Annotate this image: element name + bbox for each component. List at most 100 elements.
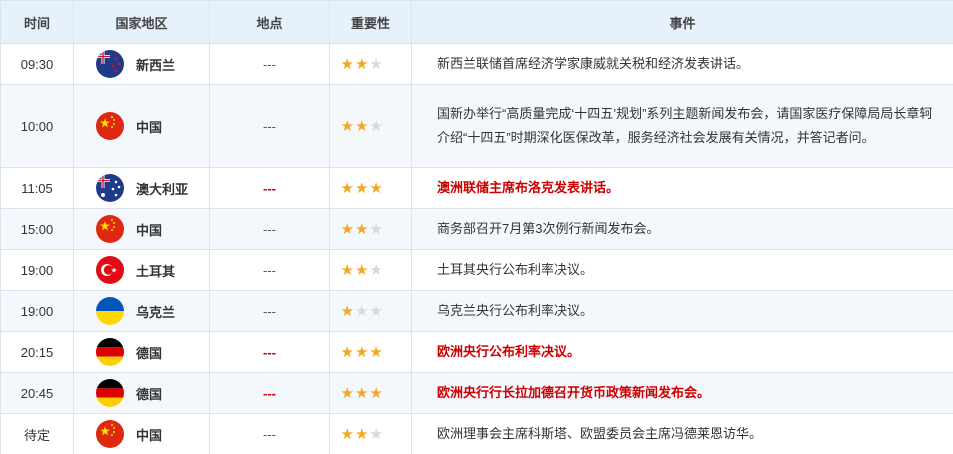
star-icon: ★ [340, 221, 355, 238]
table-row: 19:00 土耳其 --- ★★★ 土耳其央行公布利率决议。 [0, 249, 953, 291]
country-name: 中国 [136, 427, 163, 443]
location-cell: --- [209, 208, 330, 250]
table-row: 20:15 德国 --- ★★★ 欧洲央行公布利率决议。 [0, 331, 953, 373]
time-cell: 19:00 [0, 290, 74, 332]
star-icon: ★ [369, 344, 384, 361]
importance-cell: ★★★ [329, 249, 412, 291]
header-event: 事件 [411, 0, 953, 44]
star-icon: ★ [354, 180, 370, 197]
country-cell: 中国 [73, 208, 210, 250]
location-cell: --- [209, 372, 330, 414]
table-row: 11:05 澳大利亚 --- ★★★ 澳洲联储主席布洛克发表讲话。 [0, 167, 953, 209]
star-icon: ★ [340, 303, 355, 320]
event-cell: 澳洲联储主席布洛克发表讲话。 [411, 167, 953, 209]
country-cell: 德国 [73, 331, 210, 373]
header-location: 地点 [209, 0, 330, 44]
event-cell: 欧洲央行行长拉加德召开货币政策新闻发布会。 [411, 372, 953, 414]
economic-calendar-table: 时间 国家地区 地点 重要性 事件 09:30 新西兰 --- ★★★ 新西兰联储首席经… [0, 0, 953, 454]
time-cell: 20:45 [0, 372, 74, 414]
event-cell: 土耳其央行公布利率决议。 [411, 249, 953, 291]
importance-stars: ★★★ [341, 302, 405, 320]
table-body: 09:30 新西兰 --- ★★★ 新西兰联储首席经济学家康威就关税和经济发表讲话。 10… [0, 43, 953, 454]
star-icon: ★ [354, 262, 370, 279]
star-icon: ★ [354, 426, 370, 443]
country-name: 中国 [136, 222, 163, 238]
importance-cell: ★★★ [329, 413, 412, 454]
time-cell: 11:05 [0, 167, 74, 209]
table-row: 待定 中国 --- ★★★ 欧洲理事会主席科斯塔、欧盟委员会主席冯德莱恩访华。 [0, 413, 953, 454]
star-icon: ★ [354, 118, 370, 135]
star-icon: ★ [369, 118, 384, 135]
au-flag-icon [96, 174, 124, 202]
star-icon: ★ [369, 180, 384, 197]
star-icon: ★ [354, 385, 370, 402]
cn-flag-icon [96, 112, 124, 140]
country-cell: 新西兰 [73, 43, 210, 85]
location-cell: --- [209, 290, 330, 332]
event-cell: 欧洲理事会主席科斯塔、欧盟委员会主席冯德莱恩访华。 [411, 413, 953, 454]
star-icon: ★ [369, 221, 384, 238]
event-cell: 商务部召开7月第3次例行新闻发布会。 [411, 208, 953, 250]
importance-cell: ★★★ [329, 43, 412, 85]
country-cell: 乌克兰 [73, 290, 210, 332]
time-cell: 待定 [0, 413, 74, 454]
importance-cell: ★★★ [329, 372, 412, 414]
importance-cell: ★★★ [329, 290, 412, 332]
location-cell: --- [209, 43, 330, 85]
country-name: 澳大利亚 [136, 181, 189, 197]
time-cell: 20:15 [0, 331, 74, 373]
cn-flag-icon [96, 215, 124, 243]
table-header-row: 时间 国家地区 地点 重要性 事件 [0, 0, 953, 44]
importance-stars: ★★★ [341, 55, 405, 73]
location-cell: --- [209, 84, 330, 168]
importance-stars: ★★★ [341, 117, 405, 135]
ua-flag-icon [96, 297, 124, 325]
star-icon: ★ [369, 303, 384, 320]
star-icon: ★ [354, 56, 370, 73]
time-cell: 09:30 [0, 43, 74, 85]
country-cell: 中国 [73, 84, 210, 168]
star-icon: ★ [340, 56, 355, 73]
star-icon: ★ [369, 426, 384, 443]
header-importance: 重要性 [329, 0, 412, 44]
country-name: 德国 [136, 386, 163, 402]
importance-cell: ★★★ [329, 331, 412, 373]
country-cell: 土耳其 [73, 249, 210, 291]
importance-stars: ★★★ [341, 261, 405, 279]
table-row: 10:00 中国 --- ★★★ 国新办举行“高质量完成‘十四五’规划”系列主题新闻发布… [0, 84, 953, 168]
event-cell: 新西兰联储首席经济学家康威就关税和经济发表讲话。 [411, 43, 953, 85]
star-icon: ★ [340, 385, 355, 402]
importance-cell: ★★★ [329, 84, 412, 168]
de-flag-icon [96, 379, 124, 407]
country-name: 新西兰 [136, 57, 176, 73]
importance-stars: ★★★ [341, 220, 405, 238]
importance-stars: ★★★ [341, 425, 405, 443]
star-icon: ★ [369, 385, 384, 402]
time-cell: 19:00 [0, 249, 74, 291]
importance-stars: ★★★ [341, 343, 405, 361]
header-time: 时间 [0, 0, 74, 44]
star-icon: ★ [369, 262, 384, 279]
table-row: 15:00 中国 --- ★★★ 商务部召开7月第3次例行新闻发布会。 [0, 208, 953, 250]
country-cell: 德国 [73, 372, 210, 414]
table-row: 09:30 新西兰 --- ★★★ 新西兰联储首席经济学家康威就关税和经济发表讲话。 [0, 43, 953, 85]
star-icon: ★ [340, 118, 355, 135]
country-cell: 澳大利亚 [73, 167, 210, 209]
table-row: 20:45 德国 --- ★★★ 欧洲央行行长拉加德召开货币政策新闻发布会。 [0, 372, 953, 414]
star-icon: ★ [340, 180, 355, 197]
location-cell: --- [209, 249, 330, 291]
tr-flag-icon [96, 256, 124, 284]
star-icon: ★ [354, 221, 370, 238]
country-name: 乌克兰 [136, 304, 176, 320]
importance-cell: ★★★ [329, 167, 412, 209]
star-icon: ★ [340, 344, 355, 361]
time-cell: 10:00 [0, 84, 74, 168]
event-cell: 国新办举行“高质量完成‘十四五’规划”系列主题新闻发布会，请国家医疗保障局局长章… [411, 84, 953, 168]
location-cell: --- [209, 413, 330, 454]
nz-flag-icon [96, 50, 124, 78]
star-icon: ★ [340, 426, 355, 443]
star-icon: ★ [369, 56, 384, 73]
star-icon: ★ [340, 262, 355, 279]
importance-stars: ★★★ [341, 179, 405, 197]
importance-cell: ★★★ [329, 208, 412, 250]
